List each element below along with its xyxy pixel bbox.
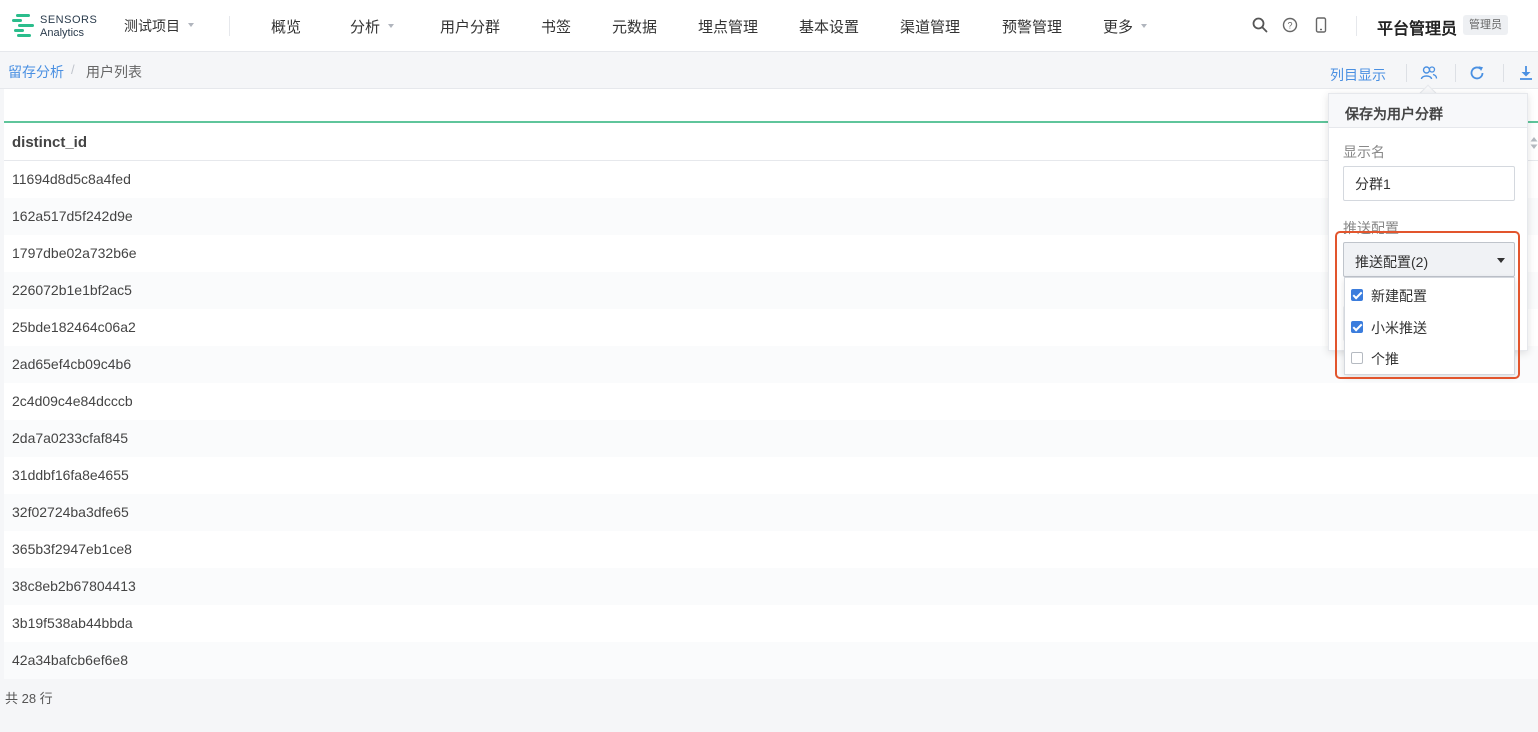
table-row[interactable]: 3b19f538ab44bbda bbox=[4, 605, 1538, 642]
nav-item-user-segments[interactable]: 用户分群 bbox=[440, 16, 500, 37]
download-icon[interactable] bbox=[1517, 64, 1535, 82]
nav-item-label: 概览 bbox=[271, 19, 302, 36]
nav-item-label: 渠道管理 bbox=[900, 19, 961, 36]
logo-text-line2: Analytics bbox=[40, 27, 85, 39]
chevron-down-icon bbox=[1141, 24, 1148, 29]
nav-item-overview[interactable]: 概览 bbox=[271, 16, 301, 37]
nav-item-label: 基本设置 bbox=[799, 19, 860, 36]
logo-mark-icon bbox=[12, 14, 34, 38]
nav-item-label: 埋点管理 bbox=[698, 19, 759, 36]
nav-item-channel-management[interactable]: 渠道管理 bbox=[900, 16, 960, 37]
table-row[interactable]: 42a34bafcb6ef6e8 bbox=[4, 642, 1538, 679]
nav-item-basic-settings[interactable]: 基本设置 bbox=[799, 16, 859, 37]
table-row[interactable]: 365b3f2947eb1ce8 bbox=[4, 531, 1538, 568]
nav-divider bbox=[1356, 16, 1357, 36]
nav-item-label: 用户分群 bbox=[440, 19, 501, 36]
user-name[interactable]: 平台管理员 bbox=[1377, 15, 1457, 39]
nav-item-metadata[interactable]: 元数据 bbox=[612, 16, 657, 37]
svg-text:?: ? bbox=[1287, 21, 1292, 31]
nav-item-bookmarks[interactable]: 书签 bbox=[541, 16, 571, 37]
user-role-badge: 管理员 bbox=[1463, 15, 1508, 35]
toolbar-divider bbox=[1406, 64, 1407, 82]
nav-item-label: 更多 bbox=[1103, 19, 1134, 36]
mobile-icon[interactable] bbox=[1312, 16, 1330, 34]
table-header: distinct_id bbox=[4, 121, 1538, 161]
display-name-input[interactable] bbox=[1343, 166, 1515, 201]
save-segment-icon[interactable] bbox=[1420, 64, 1438, 82]
highlight-annotation-box bbox=[1335, 231, 1520, 379]
table-row[interactable]: 32f02724ba3dfe65 bbox=[4, 494, 1538, 531]
nav-item-more[interactable]: 更多 bbox=[1103, 16, 1148, 37]
refresh-icon[interactable] bbox=[1468, 64, 1486, 82]
nav-item-tracking-management[interactable]: 埋点管理 bbox=[698, 16, 758, 37]
table-row[interactable]: 162a517d5f242d9e bbox=[4, 198, 1538, 235]
project-selector[interactable]: 测试项目 bbox=[124, 16, 194, 36]
popover-header: 保存为用户分群 bbox=[1329, 94, 1527, 128]
column-header-distinct-id[interactable]: distinct_id bbox=[12, 134, 87, 151]
popover-title: 保存为用户分群 bbox=[1345, 106, 1443, 122]
column-display-button[interactable]: 列目显示 bbox=[1330, 65, 1386, 85]
table-row[interactable]: 1797dbe02a732b6e bbox=[4, 235, 1538, 272]
toolbar-divider bbox=[1455, 64, 1456, 82]
logo-text-line1: SENSORS bbox=[40, 14, 98, 26]
table-row[interactable]: 2ad65ef4cb09c4b6 bbox=[4, 346, 1538, 383]
breadcrumb-parent-link[interactable]: 留存分析 bbox=[8, 62, 64, 82]
sensors-analytics-logo[interactable]: SENSORS Analytics bbox=[12, 12, 97, 40]
table-row[interactable]: 31ddbf16fa8e4655 bbox=[4, 457, 1538, 494]
chevron-down-icon bbox=[188, 23, 194, 28]
nav-item-label: 分析 bbox=[350, 19, 381, 36]
nav-item-label: 元数据 bbox=[612, 19, 658, 36]
table-row[interactable]: 2da7a0233cfaf845 bbox=[4, 420, 1538, 457]
table-row[interactable]: 11694d8d5c8a4fed bbox=[4, 161, 1538, 198]
breadcrumb-current: 用户列表 bbox=[86, 64, 142, 80]
user-list-table: distinct_id 11694d8d5c8a4fed 162a517d5f24… bbox=[4, 89, 1538, 679]
nav-item-label: 预警管理 bbox=[1002, 19, 1063, 36]
search-icon[interactable] bbox=[1251, 16, 1269, 34]
project-selector-label: 测试项目 bbox=[124, 18, 180, 34]
nav-item-alert-management[interactable]: 预警管理 bbox=[1002, 16, 1062, 37]
table-row[interactable]: 25bde182464c06a2 bbox=[4, 309, 1538, 346]
table-row[interactable]: 226072b1e1bf2ac5 bbox=[4, 272, 1538, 309]
row-count: 共 28 行 bbox=[5, 691, 53, 706]
chevron-down-icon bbox=[388, 24, 395, 29]
table-row[interactable]: 2c4d09c4e84dcccb bbox=[4, 383, 1538, 420]
table-body: 11694d8d5c8a4fed 162a517d5f242d9e 1797dbe0… bbox=[4, 161, 1538, 679]
toolbar-divider bbox=[1503, 64, 1504, 82]
help-icon[interactable]: ? bbox=[1281, 16, 1299, 34]
breadcrumb-separator: / bbox=[71, 62, 75, 77]
nav-item-label: 书签 bbox=[541, 19, 572, 36]
nav-item-analysis[interactable]: 分析 bbox=[350, 16, 395, 37]
nav-divider bbox=[229, 16, 230, 36]
table-row[interactable]: 38c8eb2b67804413 bbox=[4, 568, 1538, 605]
display-name-label: 显示名 bbox=[1343, 144, 1385, 160]
breadcrumb-bar: 留存分析 / 用户列表 列目显示 bbox=[0, 52, 1538, 89]
sort-icon[interactable] bbox=[1530, 136, 1538, 150]
top-navigation-bar: SENSORS Analytics 测试项目 概览 分析 用户分群 书签 元数据… bbox=[0, 0, 1538, 52]
table-top-spacer bbox=[4, 89, 1538, 121]
